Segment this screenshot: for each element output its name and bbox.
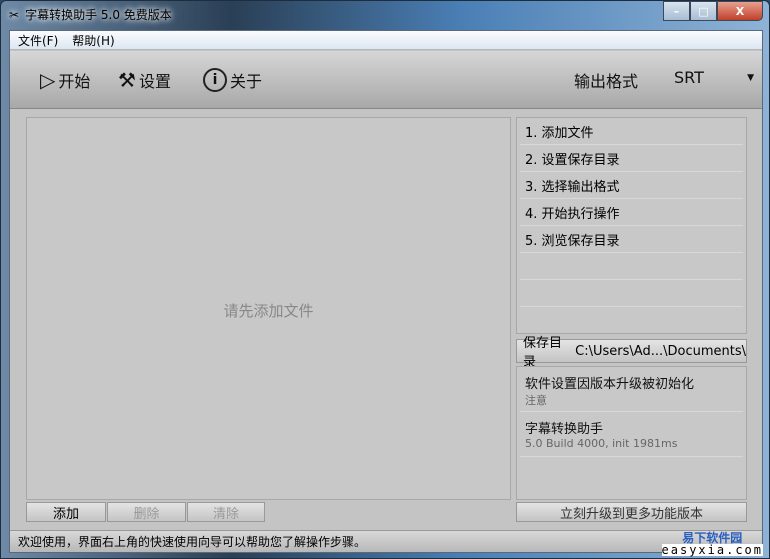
toolbar: ▷ 开始 ⚒ 设置 i 关于 输出格式 SRT ▼ [10, 51, 762, 109]
title-bar: ✂ 字幕转换助手 5.0 免费版本 [9, 6, 172, 23]
output-format-label: 输出格式 [574, 72, 639, 91]
format-value: SRT [674, 68, 704, 87]
step-item[interactable]: 2. 设置保存目录 [520, 145, 743, 172]
step-empty [520, 253, 743, 280]
maximize-button[interactable]: □ [690, 1, 717, 21]
tools-icon: ⚒ [118, 68, 136, 92]
info-item: 软件设置因版本升级被初始化 注意 [520, 367, 743, 412]
start-button[interactable]: ▷ 开始 [40, 68, 90, 92]
delete-button[interactable]: 删除 [107, 502, 186, 522]
add-button[interactable]: 添加 [26, 502, 106, 522]
menu-help[interactable]: 帮助(H) [72, 32, 114, 49]
watermark-en: easyxia.com [661, 543, 763, 557]
info-sub: 注意 [525, 394, 547, 407]
status-text: 欢迎使用，界面右上角的快速使用向导可以帮助您了解操作步骤。 [18, 535, 367, 549]
info-title: 软件设置因版本升级被初始化 [525, 377, 695, 392]
close-button[interactable]: X [717, 1, 763, 21]
about-button[interactable]: i 关于 [203, 68, 262, 92]
menu-bar: 文件(F) 帮助(H) [10, 31, 762, 50]
info-item: 字幕转换助手 5.0 Build 4000, init 1981ms [520, 412, 743, 457]
play-icon: ▷ [40, 68, 56, 92]
output-format-select[interactable]: SRT ▼ [674, 68, 754, 87]
minimize-button[interactable]: – [663, 1, 690, 21]
status-bar: 欢迎使用，界面右上角的快速使用向导可以帮助您了解操作步骤。 [10, 530, 762, 552]
info-sub: 5.0 Build 4000, init 1981ms [525, 437, 678, 450]
step-item[interactable]: 4. 开始执行操作 [520, 199, 743, 226]
settings-label: 设置 [138, 72, 171, 91]
menu-file[interactable]: 文件(F) [18, 32, 58, 49]
window-title: 字幕转换助手 5.0 免费版本 [25, 8, 172, 22]
watermark: 易下软件园 easyxia.com [661, 532, 763, 557]
step-item[interactable]: 1. 添加文件 [520, 118, 743, 145]
about-label: 关于 [230, 72, 263, 91]
save-dir-label: 保存目录 [523, 336, 563, 370]
clear-button[interactable]: 清除 [187, 502, 265, 522]
file-list-placeholder: 请先添加文件 [223, 302, 314, 320]
app-window: ✂ 字幕转换助手 5.0 免费版本 – □ X 文件(F) 帮助(H) ▷ 开始… [0, 0, 770, 559]
info-icon: i [203, 68, 227, 92]
save-dir-path: C:\Users\Ad...\Documents\ [575, 343, 746, 359]
save-directory-button[interactable]: 保存目录 C:\Users\Ad...\Documents\ [516, 336, 747, 370]
step-item[interactable]: 3. 选择输出格式 [520, 172, 743, 199]
step-item[interactable]: 5. 浏览保存目录 [520, 226, 743, 253]
info-title: 字幕转换助手 [525, 422, 604, 437]
upgrade-button[interactable]: 立刻升级到更多功能版本 [516, 502, 747, 522]
settings-button[interactable]: ⚒ 设置 [118, 68, 171, 92]
info-panel: 软件设置因版本升级被初始化 注意 字幕转换助手 5.0 Build 4000, … [516, 366, 747, 500]
file-list[interactable]: 请先添加文件 [26, 117, 511, 500]
step-empty [520, 280, 743, 307]
client-area: 文件(F) 帮助(H) ▷ 开始 ⚒ 设置 i 关于 输出格式 SRT ▼ 请先… [9, 30, 763, 553]
steps-list: 1. 添加文件 2. 设置保存目录 3. 选择输出格式 4. 开始执行操作 5.… [516, 117, 747, 334]
chevron-down-icon: ▼ [747, 72, 754, 83]
scissors-icon: ✂ [9, 7, 20, 22]
start-label: 开始 [58, 72, 91, 91]
